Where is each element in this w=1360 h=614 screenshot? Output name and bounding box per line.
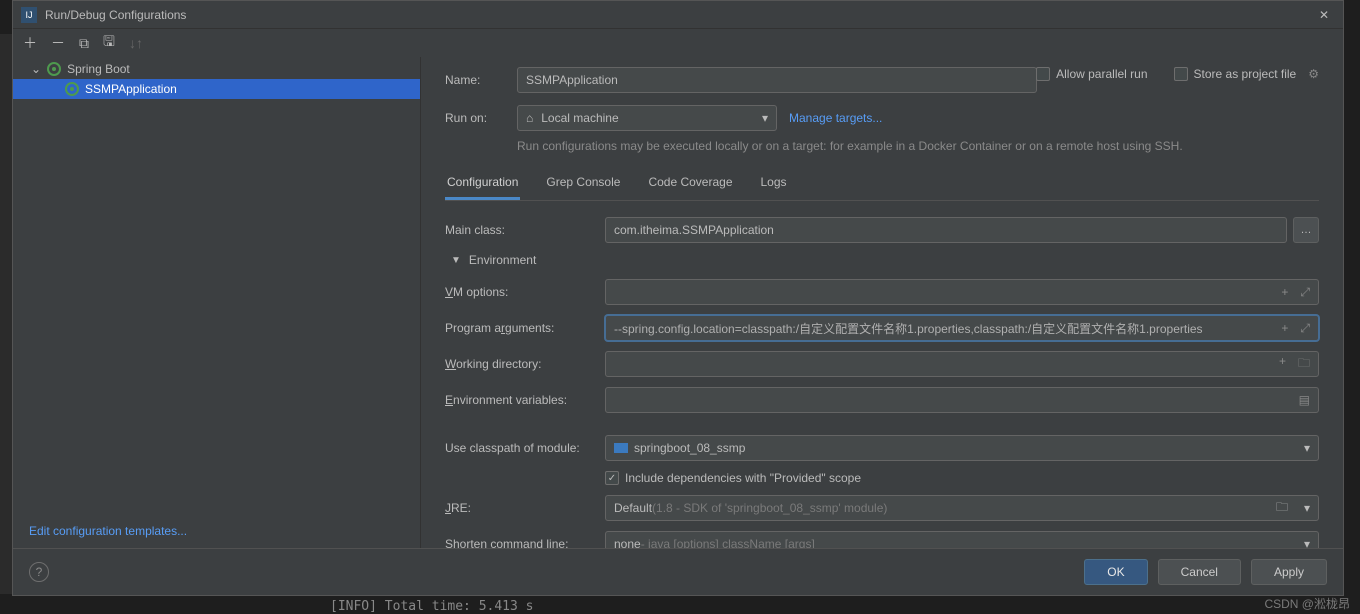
top-options: Allow parallel run Store as project file… xyxy=(1036,67,1319,81)
home-icon: ⌂ xyxy=(526,111,533,125)
chevron-down-icon: ▾ xyxy=(1304,501,1310,515)
jre-label: JRE: xyxy=(445,501,605,515)
module-icon xyxy=(614,443,628,453)
shorten-label: Shorten command line: xyxy=(445,537,605,548)
config-toolbar: ＋ － ⧉ 🖫 ↓↑ xyxy=(13,29,1343,57)
spring-icon xyxy=(65,82,79,96)
classpath-combo[interactable]: springboot_08_ssmp ▾ xyxy=(605,435,1319,461)
titlebar: IJ Run/Debug Configurations ✕ xyxy=(13,1,1343,29)
tree-node-ssmpapplication[interactable]: SSMPApplication xyxy=(13,79,420,99)
checkbox-label: Store as project file xyxy=(1194,67,1297,81)
checkbox-label: Allow parallel run xyxy=(1056,67,1147,81)
maximize-icon[interactable]: ⤢ xyxy=(1296,321,1314,336)
config-main-panel: Allow parallel run Store as project file… xyxy=(421,57,1343,548)
window-title: Run/Debug Configurations xyxy=(45,8,1313,22)
env-vars-field[interactable]: ▤ xyxy=(605,387,1319,413)
program-args-label: Program arguments: xyxy=(445,321,605,335)
run-on-value: Local machine xyxy=(541,111,618,125)
dialog-body: ⌄ Spring Boot SSMPApplication Edit confi… xyxy=(13,57,1343,548)
run-on-combo[interactable]: ⌂ Local machine ▾ xyxy=(517,105,777,131)
dialog-footer: ? OK Cancel Apply xyxy=(13,548,1343,595)
maximize-icon[interactable]: ⤢ xyxy=(1296,285,1314,300)
classpath-row: Use classpath of module: springboot_08_s… xyxy=(445,435,1319,461)
jre-combo[interactable]: Default (1.8 - SDK of 'springboot_08_ssm… xyxy=(605,495,1319,521)
edit-templates-link[interactable]: Edit configuration templates... xyxy=(13,514,420,548)
vm-options-field[interactable]: +⤢ xyxy=(605,279,1319,305)
list-icon[interactable]: ▤ xyxy=(1295,393,1314,407)
remove-config-button[interactable]: － xyxy=(51,33,65,53)
main-class-row: Main class: com.itheima.SSMPApplication … xyxy=(445,217,1319,243)
run-on-hint: Run configurations may be executed local… xyxy=(517,137,1319,155)
tree-node-label: SSMPApplication xyxy=(85,82,177,96)
gear-icon[interactable]: ⚙ xyxy=(1308,67,1319,81)
run-debug-dialog: IJ Run/Debug Configurations ✕ ＋ － ⧉ 🖫 ↓↑… xyxy=(12,0,1344,596)
help-button[interactable]: ? xyxy=(29,562,49,582)
expand-icon[interactable]: + xyxy=(1277,321,1292,336)
allow-parallel-checkbox[interactable]: Allow parallel run xyxy=(1036,67,1147,81)
chevron-down-icon: ▾ xyxy=(762,111,768,125)
apply-button[interactable]: Apply xyxy=(1251,559,1327,585)
checkbox-box: ✓ xyxy=(605,471,619,485)
classpath-label: Use classpath of module: xyxy=(445,441,605,455)
checkbox-box xyxy=(1036,67,1050,81)
chevron-down-icon: ⌄ xyxy=(31,62,41,76)
manage-targets-link[interactable]: Manage targets... xyxy=(789,111,882,125)
expand-icon[interactable]: + xyxy=(1275,354,1290,375)
ide-gutter xyxy=(0,34,12,594)
copy-config-button[interactable]: ⧉ xyxy=(79,35,89,52)
folder-icon[interactable]: 🗀 xyxy=(1276,498,1288,519)
run-on-row: Run on: ⌂ Local machine ▾ Manage targets… xyxy=(445,105,1319,131)
config-tabs: Configuration Grep Console Code Coverage… xyxy=(445,169,1319,201)
cancel-button[interactable]: Cancel xyxy=(1158,559,1241,585)
tab-code-coverage[interactable]: Code Coverage xyxy=(646,169,734,200)
program-args-field[interactable]: --spring.config.location=classpath:/自定义配… xyxy=(605,315,1319,341)
checkbox-box xyxy=(1174,67,1188,81)
working-dir-field[interactable]: +🗀 xyxy=(605,351,1319,377)
include-deps-row: ✓ Include dependencies with "Provided" s… xyxy=(445,471,1319,485)
working-dir-label: Working directory: xyxy=(445,357,605,371)
close-icon[interactable]: ✕ xyxy=(1313,8,1335,22)
tree-node-label: Spring Boot xyxy=(67,62,130,76)
browse-main-class-button[interactable]: … xyxy=(1293,217,1319,243)
vm-options-label: VM options: xyxy=(445,285,605,299)
checkbox-label: Include dependencies with "Provided" sco… xyxy=(625,471,861,485)
store-as-project-checkbox[interactable]: Store as project file ⚙ xyxy=(1174,67,1319,81)
vm-options-row: VM options: +⤢ xyxy=(445,279,1319,305)
chevron-down-icon: ▾ xyxy=(1304,537,1310,548)
working-dir-row: Working directory: +🗀 xyxy=(445,351,1319,377)
env-vars-label: Environment variables: xyxy=(445,393,605,407)
tab-logs[interactable]: Logs xyxy=(759,169,789,200)
jre-row: JRE: Default (1.8 - SDK of 'springboot_0… xyxy=(445,495,1319,521)
spring-icon xyxy=(47,62,61,76)
env-vars-row: Environment variables: ▤ xyxy=(445,387,1319,413)
ok-button[interactable]: OK xyxy=(1084,559,1147,585)
environment-label: Environment xyxy=(469,253,536,267)
watermark: CSDN @淞栊昂 xyxy=(1264,595,1350,612)
tab-configuration[interactable]: Configuration xyxy=(445,169,520,200)
save-config-button[interactable]: 🖫 xyxy=(103,31,115,55)
include-deps-checkbox[interactable]: ✓ Include dependencies with "Provided" s… xyxy=(605,471,861,485)
tree-node-spring-boot[interactable]: ⌄ Spring Boot xyxy=(13,59,420,79)
run-on-label: Run on: xyxy=(445,111,505,125)
main-class-field[interactable]: com.itheima.SSMPApplication xyxy=(605,217,1287,243)
intellij-icon: IJ xyxy=(21,7,37,23)
main-class-label: Main class: xyxy=(445,223,605,237)
console-output: [INFO] Total time: 5.413 s xyxy=(330,599,534,614)
add-config-button[interactable]: ＋ xyxy=(23,33,37,53)
config-sidebar: ⌄ Spring Boot SSMPApplication Edit confi… xyxy=(13,57,421,548)
sort-button[interactable]: ↓↑ xyxy=(129,35,143,51)
name-input[interactable] xyxy=(517,67,1037,93)
program-args-row: Program arguments: --spring.config.locat… xyxy=(445,315,1319,341)
config-tree: ⌄ Spring Boot SSMPApplication xyxy=(13,57,420,514)
environment-section-header[interactable]: ▼ Environment xyxy=(451,253,1319,267)
expand-icon[interactable]: + xyxy=(1277,285,1292,300)
shorten-row: Shorten command line: none - java [optio… xyxy=(445,531,1319,548)
shorten-combo[interactable]: none - java [options] className [args] ▾ xyxy=(605,531,1319,548)
folder-icon[interactable]: 🗀 xyxy=(1294,354,1314,375)
tab-grep-console[interactable]: Grep Console xyxy=(544,169,622,200)
name-label: Name: xyxy=(445,73,505,87)
chevron-down-icon: ▾ xyxy=(1304,441,1310,455)
triangle-down-icon: ▼ xyxy=(451,255,461,266)
